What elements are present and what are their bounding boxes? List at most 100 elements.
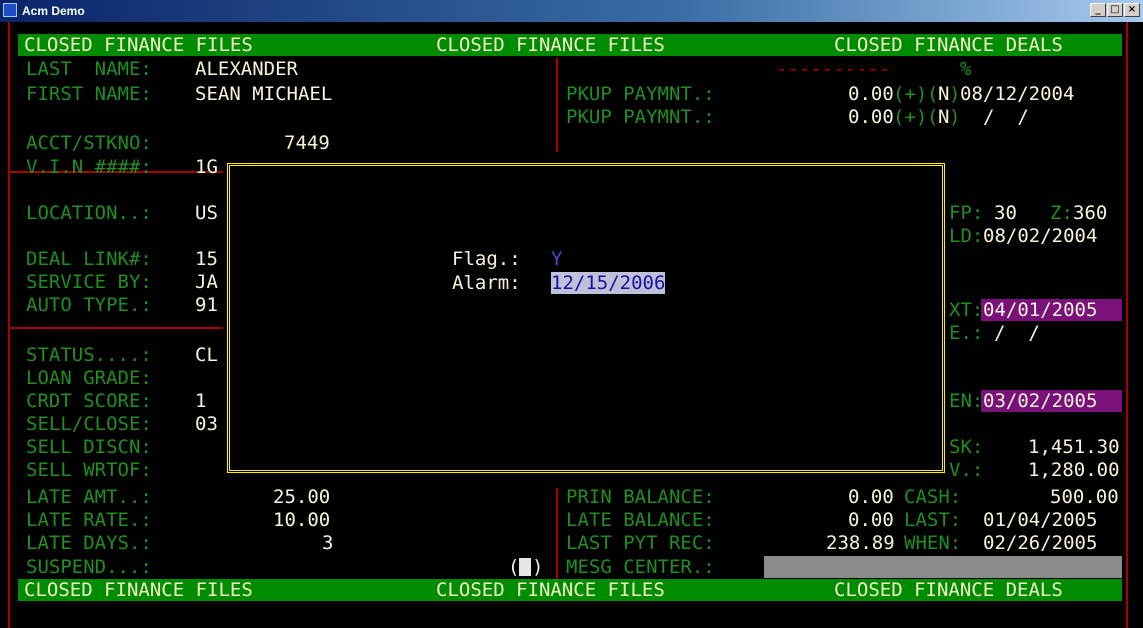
- sell-discn-label: SELL DISCN:: [26, 436, 152, 458]
- cash-label: CASH:: [904, 486, 962, 508]
- v-value[interactable]: 1,280.00: [1028, 459, 1120, 481]
- cash-value[interactable]: 500.00: [1050, 486, 1119, 508]
- location-value[interactable]: US: [195, 202, 218, 224]
- bottom-banner-right: CLOSED FINANCE DEALS: [834, 579, 1063, 601]
- top-banner: CLOSED FINANCE FILES CLOSED FINANCE FILE…: [18, 34, 1122, 56]
- pkup-paymnt-2-flag[interactable]: N: [938, 106, 949, 128]
- percent-sign: %: [960, 58, 972, 80]
- acct-value[interactable]: 7449: [284, 132, 330, 154]
- xt-value[interactable]: 04/01/2005: [983, 299, 1097, 321]
- pkup-paymnt-1-flag-close: ): [949, 83, 961, 105]
- z-value[interactable]: 360: [1073, 202, 1107, 224]
- window-title: Acm Demo: [22, 4, 85, 18]
- pkup-paymnt-1-date[interactable]: 08/12/2004: [960, 83, 1074, 105]
- prin-balance-value[interactable]: 0.00: [848, 486, 894, 508]
- e-label: E.:: [949, 322, 984, 344]
- mesg-center-label: MESG CENTER.:: [566, 556, 715, 578]
- sk-value[interactable]: 1,451.30: [1028, 436, 1120, 458]
- terminal-screen: CLOSED FINANCE FILES CLOSED FINANCE FILE…: [0, 22, 1143, 628]
- status-value[interactable]: CL: [195, 344, 218, 366]
- pkup-paymnt-1-label: PKUP PAYMNT.:: [566, 83, 715, 105]
- service-by-value[interactable]: JA: [195, 271, 218, 293]
- crdt-score-label: CRDT SCORE:: [26, 390, 152, 412]
- suspend-label: SUSPEND...:: [26, 556, 152, 578]
- late-rate-value[interactable]: 10.00: [273, 509, 330, 531]
- pkup-paymnt-1-flag[interactable]: N: [938, 83, 949, 105]
- last-value[interactable]: 01/04/2005: [983, 509, 1097, 531]
- late-days-label: LATE DAYS.:: [26, 532, 152, 554]
- vin-value[interactable]: 1G: [195, 156, 218, 178]
- pkup-paymnt-1-value[interactable]: 0.00: [848, 83, 894, 105]
- late-balance-label: LATE BALANCE:: [566, 509, 715, 531]
- suspend-bracket-open: (: [508, 556, 520, 578]
- when-value[interactable]: 02/26/2005: [983, 532, 1097, 554]
- top-banner-middle: CLOSED FINANCE FILES: [436, 34, 665, 56]
- flag-alarm-dialog: Flag.: Y Alarm: 12/15/2006: [227, 163, 945, 473]
- bottom-banner: CLOSED FINANCE FILES CLOSED FINANCE FILE…: [18, 579, 1122, 601]
- deal-link-value[interactable]: 15: [195, 248, 218, 270]
- first-name-value[interactable]: SEAN MICHAEL: [195, 83, 332, 105]
- en-value[interactable]: 03/02/2005: [983, 390, 1097, 412]
- bottom-banner-middle: CLOSED FINANCE FILES: [436, 579, 665, 601]
- v-label: V.:: [949, 459, 984, 481]
- fp-value[interactable]: 30: [994, 202, 1017, 224]
- auto-type-value[interactable]: 91: [195, 294, 218, 316]
- frame-left: [8, 22, 10, 628]
- pkup-paymnt-2-date[interactable]: / /: [983, 106, 1029, 128]
- bottom-banner-left: CLOSED FINANCE FILES: [24, 579, 253, 601]
- ld-label: LD:: [949, 225, 984, 247]
- column-divider-bottom: [556, 488, 558, 588]
- alarm-label: Alarm:: [452, 272, 521, 294]
- alarm-input[interactable]: 12/15/2006: [551, 272, 666, 294]
- xt-label: XT:: [949, 299, 984, 321]
- deal-link-label: DEAL LINK#:: [26, 248, 152, 270]
- ld-value[interactable]: 08/02/2004: [983, 225, 1097, 247]
- dashes-line: ----------: [776, 58, 891, 80]
- late-balance-value[interactable]: 0.00: [848, 509, 894, 531]
- suspend-toggle[interactable]: [519, 558, 531, 576]
- status-label: STATUS....:: [26, 344, 152, 366]
- maximize-button[interactable]: □: [1107, 3, 1123, 17]
- e-value[interactable]: / /: [994, 322, 1040, 344]
- late-amt-label: LATE AMT..:: [26, 486, 152, 508]
- first-name-label: FIRST NAME:: [26, 83, 152, 105]
- late-rate-label: LATE RATE.:: [26, 509, 152, 531]
- late-days-value[interactable]: 3: [322, 532, 333, 554]
- last-name-label: LAST NAME:: [26, 58, 152, 80]
- sk-label: SK:: [949, 436, 984, 458]
- fp-label: FP:: [949, 202, 984, 224]
- pkup-paymnt-2-label: PKUP PAYMNT.:: [566, 106, 715, 128]
- auto-type-label: AUTO TYPE.:: [26, 294, 152, 316]
- pkup-paymnt-2-flag-close: ): [949, 106, 961, 128]
- sell-wrtof-label: SELL WRTOF:: [26, 459, 152, 481]
- en-label: EN:: [949, 390, 984, 412]
- last-pyt-rec-label: LAST PYT REC:: [566, 532, 715, 554]
- acct-label: ACCT/STKNO:: [26, 132, 152, 154]
- frame-divider-mid: [8, 327, 223, 329]
- when-label: WHEN:: [904, 532, 962, 554]
- app-icon: [3, 3, 17, 17]
- last-name-value[interactable]: ALEXANDER: [195, 58, 298, 80]
- sell-close-value[interactable]: 03: [195, 413, 218, 435]
- minimize-button[interactable]: _: [1090, 3, 1106, 17]
- crdt-score-value[interactable]: 1: [195, 390, 206, 412]
- vin-label: V.I.N ####:: [26, 156, 152, 178]
- flag-input[interactable]: Y: [551, 248, 562, 270]
- loan-grade-label: LOAN GRADE:: [26, 367, 152, 389]
- last-pyt-rec-value[interactable]: 238.89: [826, 532, 895, 554]
- frame-right: [1126, 22, 1128, 628]
- service-by-label: SERVICE BY:: [26, 271, 152, 293]
- late-amt-value[interactable]: 25.00: [273, 486, 330, 508]
- column-divider-top: [556, 58, 558, 152]
- close-button[interactable]: ×: [1124, 3, 1140, 17]
- mesg-center-field[interactable]: [764, 556, 1122, 578]
- sell-close-label: SELL/CLOSE:: [26, 413, 152, 435]
- location-label: LOCATION..:: [26, 202, 152, 224]
- suspend-bracket-close: ): [532, 556, 544, 578]
- pkup-paymnt-1-flag-open: (: [927, 83, 939, 105]
- window-title-bar[interactable]: Acm Demo _ □ ×: [0, 0, 1143, 22]
- z-label: Z:: [1050, 202, 1073, 224]
- pkup-paymnt-2-value[interactable]: 0.00: [848, 106, 894, 128]
- pkup-paymnt-1-plus: (+): [893, 83, 928, 105]
- prin-balance-label: PRIN BALANCE:: [566, 486, 715, 508]
